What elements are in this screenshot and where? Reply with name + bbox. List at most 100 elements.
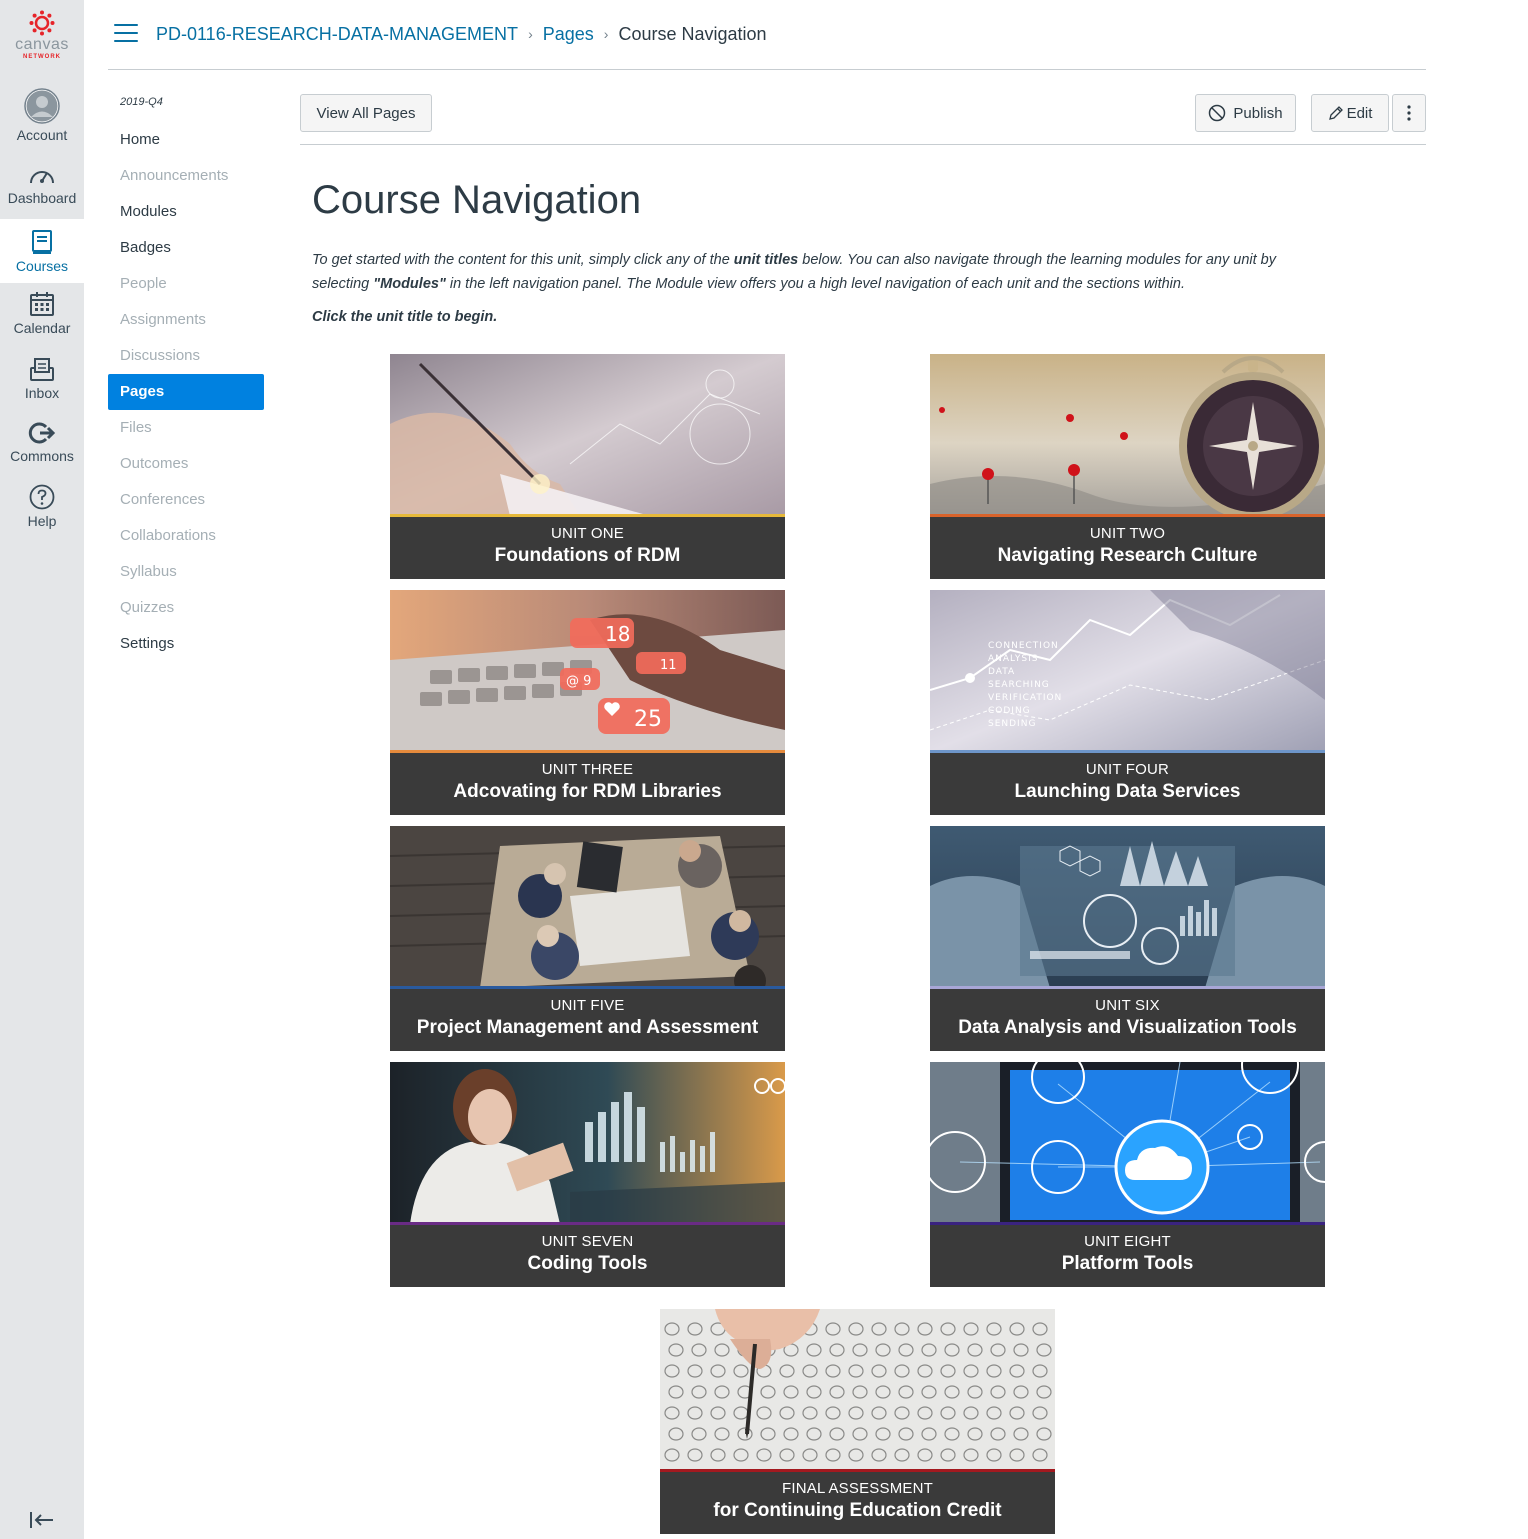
course-nav-home[interactable]: Home — [108, 122, 264, 158]
publish-button[interactable]: Publish — [1195, 94, 1296, 132]
unit-five-tile[interactable]: UNIT FIVE Project Management and Assessm… — [390, 826, 785, 1051]
unit-two-caption: UNIT TWO Navigating Research Culture — [930, 517, 1325, 579]
intro-text: in the left navigation panel. The Module… — [445, 276, 1185, 292]
unit-one-label: UNIT ONE — [551, 525, 624, 542]
canvas-network-logo[interactable]: canvas NETWORK — [0, 10, 84, 61]
intro-paragraph: To get started with the content for this… — [312, 248, 1312, 296]
page-title: Course Navigation — [312, 178, 642, 222]
header-divider — [108, 69, 1426, 70]
course-nav-outcomes[interactable]: Outcomes — [108, 446, 264, 482]
chevron-right-icon: › — [528, 26, 533, 42]
global-nav-label: Inbox — [24, 385, 60, 401]
coding-woman-image — [390, 1062, 785, 1224]
unit-three-title[interactable]: Adcovating for RDM Libraries — [390, 779, 785, 805]
answer-sheet-image — [660, 1309, 1055, 1471]
unit-five-title[interactable]: Project Management and Assessment — [390, 1015, 785, 1041]
inbox-icon — [30, 358, 54, 381]
course-nav-modules[interactable]: Modules — [108, 194, 264, 230]
global-nav-courses[interactable]: Courses — [0, 219, 84, 283]
unit-one-tile[interactable]: UNIT ONE Foundations of RDM — [390, 354, 785, 579]
course-nav-badges[interactable]: Badges — [108, 230, 264, 266]
intro-emphasis: "Modules" — [373, 276, 446, 292]
cloud-platform-image — [930, 1062, 1325, 1224]
svg-text:11: 11 — [660, 658, 677, 673]
unit-seven-tile[interactable]: UNIT SEVEN Coding Tools — [390, 1062, 785, 1287]
course-nav-files[interactable]: Files — [108, 410, 264, 446]
global-nav-label: Commons — [10, 448, 74, 464]
svg-text:CODING: CODING — [988, 706, 1031, 716]
final-assessment-caption: FINAL ASSESSMENT for Continuing Educatio… — [660, 1472, 1055, 1534]
team-meeting-image — [390, 826, 785, 988]
breadcrumb-pages-link[interactable]: Pages — [543, 22, 594, 46]
final-assessment-tile[interactable]: FINAL ASSESSMENT for Continuing Educatio… — [660, 1309, 1055, 1534]
compass-map-image — [930, 354, 1325, 516]
more-options-button[interactable] — [1392, 94, 1426, 132]
course-nav-assignments[interactable]: Assignments — [108, 302, 264, 338]
unit-one-caption: UNIT ONE Foundations of RDM — [390, 517, 785, 579]
global-nav-dashboard[interactable]: Dashboard — [0, 163, 84, 215]
svg-text:25: 25 — [634, 707, 662, 732]
edit-label: Edit — [1346, 104, 1373, 122]
breadcrumb-current: Course Navigation — [618, 24, 767, 44]
unit-two-tile[interactable]: UNIT TWO Navigating Research Culture — [930, 354, 1325, 579]
unit-two-image — [930, 354, 1325, 516]
unit-two-label: UNIT TWO — [1089, 525, 1166, 542]
unit-eight-image — [930, 1062, 1325, 1224]
unit-two-title[interactable]: Navigating Research Culture — [930, 543, 1325, 569]
course-nav-settings[interactable]: Settings — [108, 626, 264, 662]
unit-one-title[interactable]: Foundations of RDM — [390, 543, 785, 569]
unit-eight-tile[interactable]: UNIT EIGHT Platform Tools — [930, 1062, 1325, 1287]
global-nav-inbox[interactable]: Inbox — [0, 356, 84, 408]
course-nav-people[interactable]: People — [108, 266, 264, 302]
course-nav-announcements[interactable]: Announcements — [108, 158, 264, 194]
course-nav-pages[interactable]: Pages — [108, 374, 264, 410]
course-nav-discussions[interactable]: Discussions — [108, 338, 264, 374]
toolbar-divider — [300, 144, 1426, 145]
final-assessment-label: FINAL ASSESSMENT — [781, 1480, 934, 1497]
course-nav-quizzes[interactable]: Quizzes — [108, 590, 264, 626]
unit-eight-title[interactable]: Platform Tools — [930, 1251, 1325, 1277]
global-nav-label: Calendar — [13, 320, 71, 336]
unit-three-label: UNIT THREE — [541, 761, 634, 778]
unit-seven-label: UNIT SEVEN — [541, 1233, 634, 1250]
unit-three-caption: UNIT THREE Adcovating for RDM Libraries — [390, 753, 785, 815]
course-nav-syllabus[interactable]: Syllabus — [108, 554, 264, 590]
unit-three-tile[interactable]: 18 11 @ 9 25 UNIT THREE Adcovating for RDM… — [390, 590, 785, 815]
help-icon — [29, 484, 55, 510]
svg-text:@ 9: @ 9 — [566, 674, 591, 689]
global-nav-commons[interactable]: Commons — [0, 421, 84, 473]
unit-seven-image — [390, 1062, 785, 1224]
begin-instruction: Click the unit title to begin. — [312, 309, 498, 325]
courses-icon — [32, 230, 52, 254]
account-icon — [24, 88, 60, 124]
unit-six-image — [930, 826, 1325, 988]
unit-six-title[interactable]: Data Analysis and Visualization Tools — [930, 1015, 1325, 1041]
global-nav-account[interactable]: Account — [0, 88, 84, 150]
breadcrumb-course-link[interactable]: PD-0116-RESEARCH-DATA-MANAGEMENT — [156, 22, 518, 46]
unit-four-title[interactable]: Launching Data Services — [930, 779, 1325, 805]
brand-wordmark: canvas — [15, 36, 69, 53]
global-nav-label: Account — [16, 127, 68, 143]
final-assessment-title[interactable]: for Continuing Education Credit — [660, 1498, 1055, 1524]
unit-eight-caption: UNIT EIGHT Platform Tools — [930, 1225, 1325, 1287]
course-nav-collaborations[interactable]: Collaborations — [108, 518, 264, 554]
course-nav-conferences[interactable]: Conferences — [108, 482, 264, 518]
unit-four-caption: UNIT FOUR Launching Data Services — [930, 753, 1325, 815]
unit-five-image — [390, 826, 785, 988]
publish-label: Publish — [1233, 104, 1283, 122]
unpublished-icon — [1209, 104, 1226, 122]
unit-three-image: 18 11 @ 9 25 — [390, 590, 785, 752]
unit-four-image: CONNECTION ANALYSIS DATA SEARCHING VERIFICA… — [930, 590, 1325, 752]
view-all-pages-button[interactable]: View All Pages — [300, 94, 432, 132]
unit-four-tile[interactable]: CONNECTION ANALYSIS DATA SEARCHING VERIFICA… — [930, 590, 1325, 815]
calendar-icon — [30, 292, 54, 316]
edit-button[interactable]: Edit — [1311, 94, 1389, 132]
course-menu-toggle[interactable] — [114, 24, 138, 44]
unit-seven-caption: UNIT SEVEN Coding Tools — [390, 1225, 785, 1287]
global-nav-calendar[interactable]: Calendar — [0, 291, 84, 343]
unit-six-tile[interactable]: UNIT SIX Data Analysis and Visualization… — [930, 826, 1325, 1051]
unit-seven-title[interactable]: Coding Tools — [390, 1251, 785, 1277]
global-nav-help[interactable]: Help — [0, 484, 84, 536]
course-term: 2019-Q4 — [120, 96, 163, 108]
collapse-nav-icon[interactable] — [28, 1506, 56, 1534]
